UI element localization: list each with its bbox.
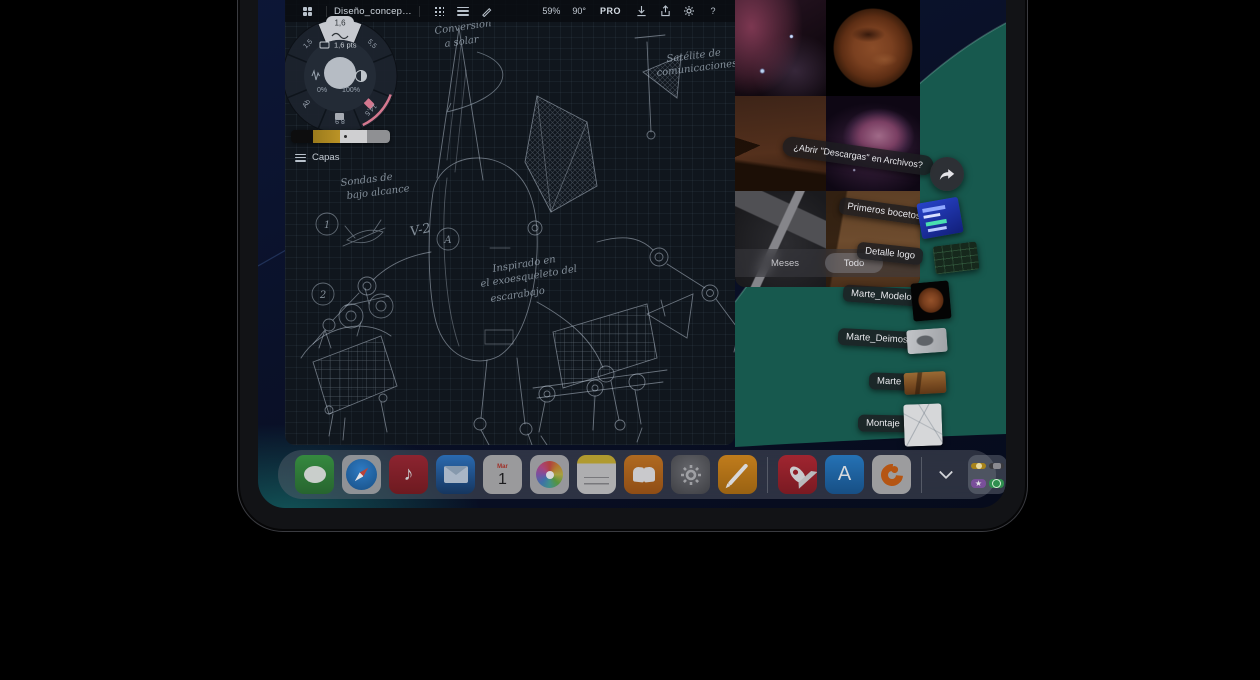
annotation-number-1: 1	[324, 220, 330, 231]
color-swatch-bar[interactable]	[291, 130, 390, 143]
brush-size-label: 1,6 pts	[334, 41, 357, 50]
drag-thumb-detalle-logo[interactable]	[932, 241, 979, 274]
swatch-gray[interactable]	[367, 130, 390, 143]
share-icon[interactable]	[657, 3, 673, 19]
color-c-icon	[876, 459, 907, 490]
recent-app-dial-icon[interactable]	[989, 479, 1004, 488]
pen-icon	[727, 463, 748, 486]
ipad-device: Conversión a solar Satélite de comunicac…	[237, 0, 1028, 532]
segment-value-bottom: 8,9	[335, 117, 345, 124]
stage: Conversión a solar Satélite de comunicac…	[0, 0, 1260, 680]
dock-app-mail[interactable]	[436, 455, 475, 494]
rotation-value[interactable]: 90°	[572, 6, 586, 16]
dock-recent-apps-group[interactable]: ★	[968, 455, 1006, 494]
rover-sketch	[301, 294, 693, 445]
shapes-grid-icon[interactable]	[431, 3, 447, 19]
drag-thumb-marte-deimos[interactable]	[906, 328, 948, 355]
photo-horsehead-nebula[interactable]	[735, 0, 826, 96]
recent-app-camera-icon[interactable]	[989, 463, 1004, 469]
safari-compass-icon	[346, 459, 377, 490]
annotation-version: V-2	[409, 221, 433, 240]
layers-panel-toggle[interactable]: Capas	[295, 152, 339, 163]
layers-label: Capas	[312, 152, 339, 163]
dock-app-appstore[interactable]: A	[825, 455, 864, 494]
pro-badge: PRO	[600, 6, 621, 16]
dock: ♪ Mar 1 A	[278, 450, 996, 499]
brush-radial-widget[interactable]: 1,6 1,5 5,5 8,9 14,5 Ab	[285, 16, 405, 141]
dock-app-calendar[interactable]: Mar 1	[483, 455, 522, 494]
layers-icon[interactable]	[455, 3, 471, 19]
calendar-day: 1	[498, 471, 507, 488]
toolbar-separator	[419, 6, 420, 17]
dock-app-books[interactable]	[624, 455, 663, 494]
photo-mars-planet[interactable]	[826, 0, 920, 96]
chevron-down-icon	[939, 465, 953, 479]
swatch-light[interactable]	[340, 130, 367, 143]
document-title[interactable]: Diseño_concep…	[334, 6, 412, 17]
swatch-gold[interactable]	[313, 130, 341, 143]
dock-divider	[921, 457, 922, 493]
swatch-marker-dot	[344, 135, 347, 138]
download-icon[interactable]	[633, 3, 649, 19]
opacity-min: 0%	[317, 87, 327, 94]
books-open-book-icon	[633, 467, 655, 482]
rocket-icon	[787, 464, 808, 485]
toolbar-separator	[326, 6, 327, 17]
forward-share-button[interactable]	[930, 157, 964, 191]
help-button[interactable]: ?	[705, 3, 721, 19]
notes-lines-icon	[584, 472, 609, 488]
dock-app-settings[interactable]	[671, 455, 710, 494]
dock-app-sketch[interactable]	[718, 455, 757, 494]
settings-gear-icon[interactable]	[681, 3, 697, 19]
selected-brush-value: 1,6	[334, 19, 346, 28]
dock-app-color[interactable]	[872, 455, 911, 494]
ipad-screen: Conversión a solar Satélite de comunicac…	[258, 0, 1006, 508]
annotation-number-2: 2	[319, 290, 326, 301]
annotation-letter-a: A	[443, 235, 451, 246]
drone-sketches	[312, 213, 459, 336]
pen-tool-icon[interactable]	[479, 3, 495, 19]
appstore-a-icon: A	[838, 463, 851, 486]
music-note-icon: ♪	[404, 463, 414, 486]
drawing-app-window: Conversión a solar Satélite de comunicac…	[285, 0, 735, 445]
dock-app-music[interactable]: ♪	[389, 455, 428, 494]
dock-app-safari[interactable]	[342, 455, 381, 494]
dock-divider	[767, 457, 768, 493]
forward-arrow-icon	[938, 167, 956, 182]
drag-thumb-primeros-bocetos[interactable]	[916, 197, 964, 240]
dock-app-messages[interactable]	[295, 455, 334, 494]
annotation-conversion-2: a solar	[444, 34, 481, 50]
opacity-max: 100%	[342, 87, 360, 94]
dock-collapse-button[interactable]	[932, 455, 960, 494]
photos-flower-icon	[536, 461, 563, 488]
drag-item-label[interactable]: Montaje	[858, 415, 908, 433]
swatch-black[interactable]	[291, 130, 313, 143]
settings-gear-icon	[679, 463, 703, 487]
messages-bubble-icon	[304, 466, 326, 483]
recent-app-bulb-icon[interactable]	[971, 463, 986, 469]
layers-menu-icon	[295, 154, 306, 162]
zoom-level[interactable]: 59%	[542, 6, 560, 16]
calendar-month: Mar	[497, 464, 508, 471]
dock-app-rocket[interactable]	[778, 455, 817, 494]
recent-app-star-icon[interactable]: ★	[971, 479, 986, 488]
drag-thumb-montaje[interactable]	[903, 403, 942, 446]
drag-thumb-marte-modelo[interactable]	[910, 280, 951, 321]
mail-envelope-icon	[444, 466, 468, 483]
drag-thumb-marte[interactable]	[903, 371, 946, 395]
dock-app-notes[interactable]	[577, 455, 616, 494]
brush-size-knob[interactable]	[324, 57, 356, 89]
dock-app-photos[interactable]	[530, 455, 569, 494]
tab-meses[interactable]: Meses	[771, 258, 799, 269]
